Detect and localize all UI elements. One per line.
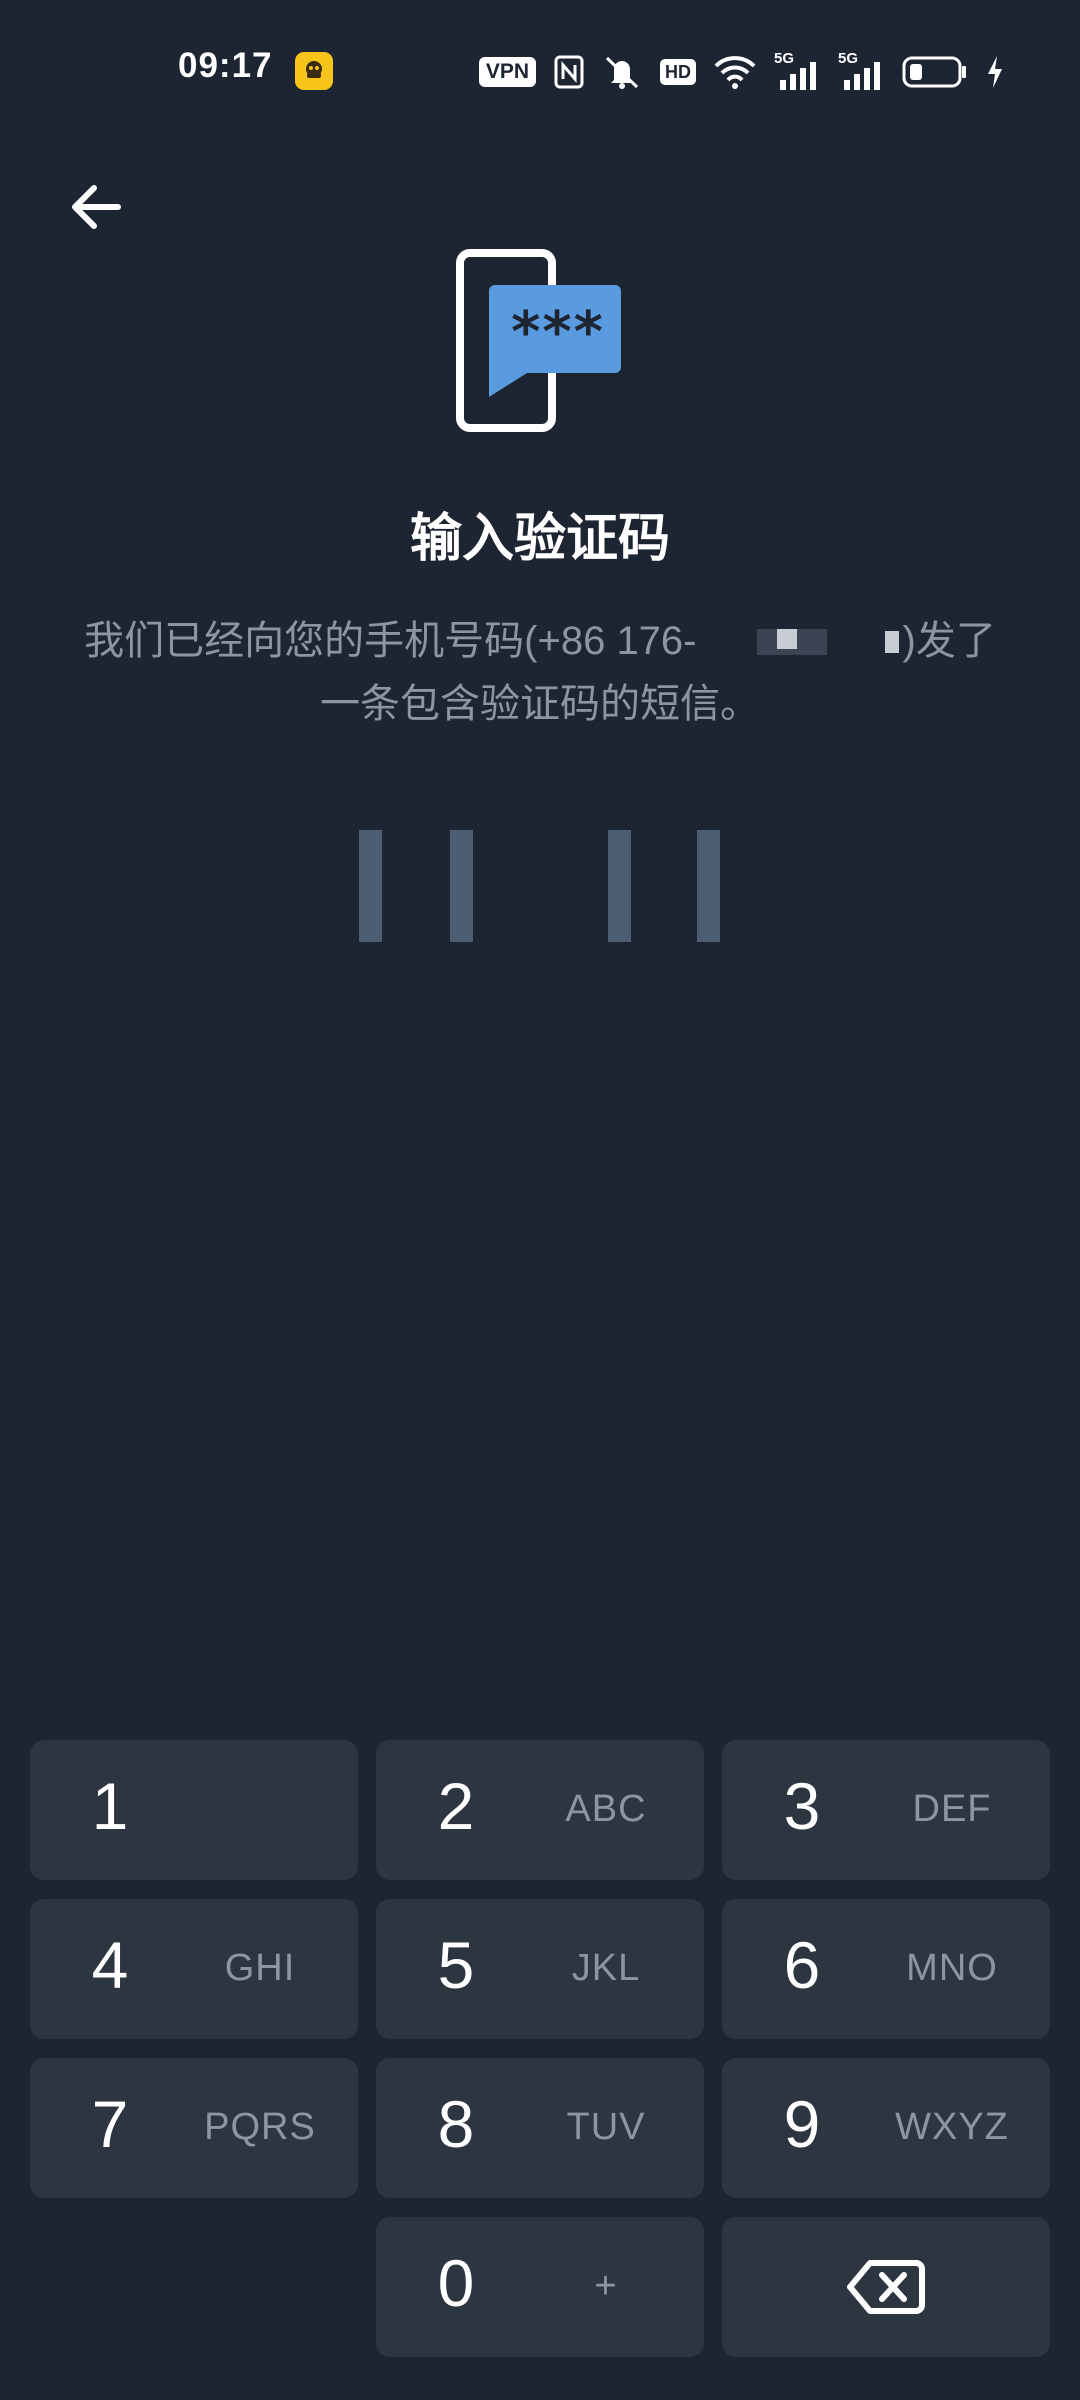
masked-phone-number	[697, 625, 903, 661]
key-digit: 9	[783, 2087, 821, 2161]
back-button[interactable]	[64, 175, 128, 239]
nfc-icon	[554, 55, 584, 89]
description-line-2: 一条包含验证码的短信。	[320, 682, 760, 726]
description: 我们已经向您的手机号码(+86 176- )发了 一条包含验证码的短信。	[50, 610, 1030, 736]
key-digit: 3	[783, 1769, 821, 1843]
illustration-code-text: ***	[511, 300, 605, 365]
key-8[interactable]: 8 TUV	[376, 2058, 704, 2198]
battery-icon	[902, 56, 966, 88]
key-digit: 8	[437, 2087, 475, 2161]
signal-5g-icon: 5G	[774, 50, 820, 90]
key-digit: 4	[91, 1928, 129, 2002]
mute-icon	[605, 56, 639, 89]
key-0[interactable]: 0 +	[376, 2217, 704, 2357]
key-letters: GHI	[224, 1947, 296, 1989]
key-6[interactable]: 6 MNO	[722, 1899, 1050, 2039]
status-time: 09:17	[178, 46, 273, 85]
key-4[interactable]: 4 GHI	[30, 1899, 358, 2039]
key-letters: +	[594, 2265, 618, 2307]
status-icons: VPN HD 5G 5G	[478, 50, 1004, 92]
key-letters: ABC	[565, 1788, 647, 1830]
page-title: 输入验证码	[409, 510, 670, 568]
phone-sms-code-icon: ***	[455, 245, 625, 435]
key-digit: 1	[91, 1769, 129, 1843]
key-digit: 2	[437, 1769, 475, 1843]
key-7[interactable]: 7 PQRS	[30, 2058, 358, 2198]
code-input[interactable]	[0, 830, 1080, 942]
arrow-left-icon	[72, 185, 121, 229]
wifi-icon	[714, 56, 756, 89]
key-digit: 6	[783, 1928, 821, 2002]
key-3[interactable]: 3 DEF	[722, 1740, 1050, 1880]
status-bar: 09:17 VPN HD 5G 5G	[0, 0, 1080, 142]
key-1[interactable]: 1	[30, 1740, 358, 1880]
vpn-icon: VPN	[478, 57, 536, 87]
code-digit-slot[interactable]	[697, 830, 720, 942]
key-letters: TUV	[566, 2106, 646, 2148]
hd-icon: HD	[660, 59, 696, 85]
app-notification-icon	[295, 52, 333, 90]
description-line-1: 我们已经向您的手机号码(+86 176- )发了	[50, 610, 1030, 673]
description-suffix: )发了	[902, 619, 996, 663]
backspace-icon	[847, 2260, 925, 2314]
backspace-button[interactable]	[722, 2217, 1050, 2357]
key-2[interactable]: 2 ABC	[376, 1740, 704, 1880]
code-digit-slot[interactable]	[450, 830, 473, 942]
key-digit: 5	[437, 1928, 475, 2002]
charging-icon	[988, 56, 1002, 88]
signal-5g-icon: 5G	[838, 50, 884, 90]
code-digit-slot[interactable]	[608, 830, 631, 942]
key-9[interactable]: 9 WXYZ	[722, 2058, 1050, 2198]
key-letters: MNO	[906, 1947, 998, 1989]
key-digit: 7	[91, 2087, 129, 2161]
key-letters: WXYZ	[895, 2106, 1009, 2148]
code-digit-slot[interactable]	[359, 830, 382, 942]
key-digit: 0	[437, 2246, 475, 2320]
description-prefix: 我们已经向您的手机号码(+86 176-	[84, 619, 697, 663]
key-letters: PQRS	[204, 2106, 316, 2148]
key-5[interactable]: 5 JKL	[376, 1899, 704, 2039]
key-letters: DEF	[912, 1788, 992, 1830]
key-letters: JKL	[571, 1947, 641, 1989]
